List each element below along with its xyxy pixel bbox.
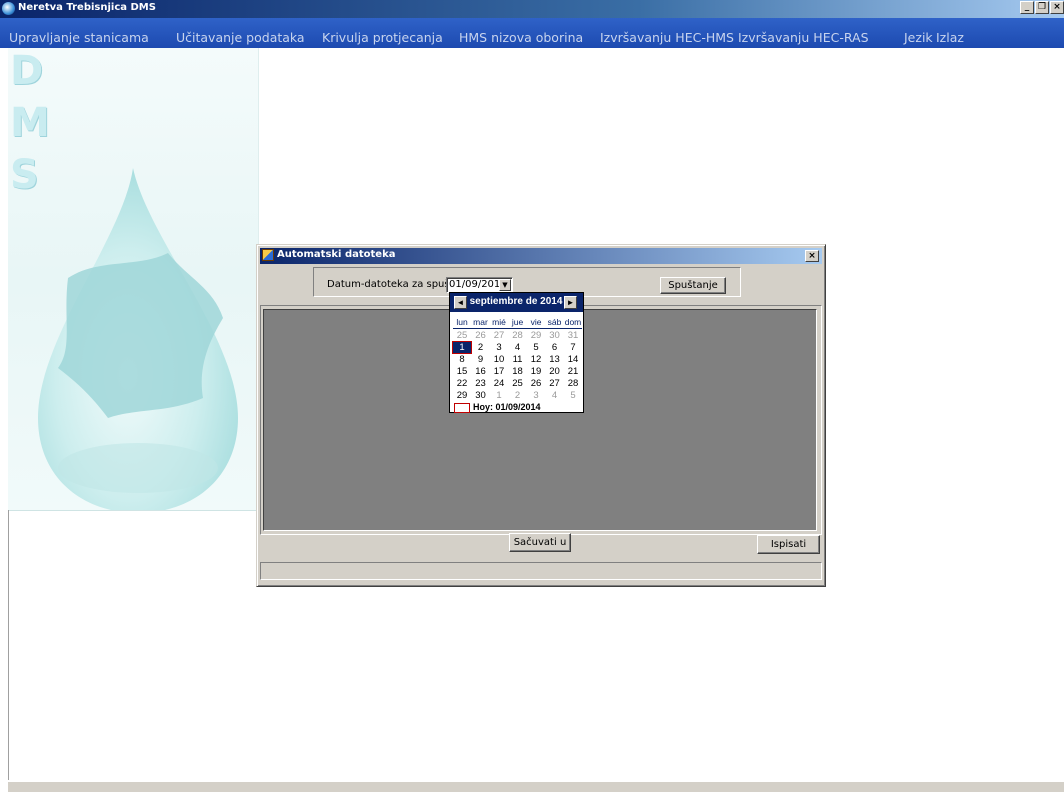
calendar-day[interactable]: 14 [564,354,582,365]
menu-izlaz[interactable]: Izlaz [936,30,964,45]
calendar-day[interactable]: 3 [527,390,545,401]
calendar-day[interactable]: 30 [472,390,490,401]
logo-letter-s: S [10,152,39,198]
calendar-day[interactable]: 28 [509,330,527,341]
calendar-day[interactable]: 5 [527,342,545,353]
menu-krivulja-protjecanja[interactable]: Krivulja protjecanja [322,30,443,45]
date-value: 01/09/2014 [449,279,507,290]
main-status-bar [8,781,1064,792]
calendar-day[interactable]: 25 [453,330,471,341]
calendar-weekday: lun [456,317,468,327]
dialog-close-button[interactable]: × [805,250,819,262]
calendar-day[interactable]: 24 [490,378,508,389]
calendar-weekday: jue [511,317,524,327]
calendar-day[interactable]: 16 [472,366,490,377]
calendar-day[interactable]: 3 [490,342,508,353]
main-title-bar: Neretva Trebisnjica DMS _ ❐ × [0,0,1064,18]
calendar-day[interactable]: 5 [564,390,582,401]
dialog-title: Automatski datoteka [277,249,396,260]
calendar-day[interactable]: 2 [472,342,490,353]
branding-panel: D M S [8,48,259,511]
close-button[interactable]: × [1050,1,1064,14]
menu-bar: Upravljanje stanicama Učitavanje podatak… [0,18,1064,48]
calendar-day[interactable]: 2 [509,390,527,401]
calendar-day[interactable]: 1 [490,390,508,401]
calendar-day[interactable]: 28 [564,378,582,389]
calendar-day[interactable]: 1 [452,341,472,354]
calendar-day[interactable]: 17 [490,366,508,377]
today-marker-icon [454,402,470,413]
calendar-weekday: sáb [547,317,562,327]
calendar-day[interactable]: 26 [472,330,490,341]
restore-button[interactable]: ❐ [1035,1,1049,14]
print-button[interactable]: Ispisati [757,535,820,554]
logo-letter-m: M [10,100,50,146]
calendar-day[interactable]: 29 [527,330,545,341]
calendar-weekday-row: lun mar mié jue vie sáb dom [453,317,582,329]
calendar-day[interactable]: 10 [490,354,508,365]
calendar-weekday: mié [492,317,506,327]
menu-upravljanje-stanicama[interactable]: Upravljanje stanicama [9,30,149,45]
calendar-day[interactable]: 23 [472,378,490,389]
window-title: Neretva Trebisnjica DMS [18,2,156,13]
calendar-day[interactable]: 12 [527,354,545,365]
menu-jezik[interactable]: Jezik [904,30,933,45]
date-picker-field[interactable]: 01/09/2014 ▼ [446,277,513,293]
calendar-day[interactable]: 13 [546,354,564,365]
dialog-title-bar[interactable]: Automatski datoteka × [260,248,822,264]
calendar-day[interactable]: 29 [453,390,471,401]
calendar-day[interactable]: 9 [472,354,490,365]
calendar-day[interactable]: 31 [564,330,582,341]
save-button[interactable]: Sačuvati u [509,533,571,552]
workspace-left-border [8,510,9,780]
calendar-day[interactable]: 15 [453,366,471,377]
next-month-icon[interactable]: ► [564,296,577,309]
calendar-weekday: mar [473,317,488,327]
calendar-day[interactable]: 4 [509,342,527,353]
calendar-month-label[interactable]: septiembre de 2014 [466,296,566,307]
menu-hec-hms[interactable]: Izvršavanju HEC-HMS [600,30,734,45]
calendar-day[interactable]: 22 [453,378,471,389]
dropdown-arrow-icon[interactable]: ▼ [499,279,511,291]
calendar-day[interactable]: 19 [527,366,545,377]
minimize-button[interactable]: _ [1020,1,1034,14]
dialog-status-bar [260,562,822,580]
calendar-day[interactable]: 7 [564,342,582,353]
download-button[interactable]: Spuštanje [660,277,726,294]
window-controls: _ ❐ × [1019,1,1064,14]
calendar-day[interactable]: 27 [546,378,564,389]
calendar-weekday: vie [530,317,542,327]
calendar-today-row[interactable]: Hoy: 01/09/2014 [454,402,541,413]
menu-hec-ras[interactable]: Izvršavanju HEC-RAS [738,30,869,45]
calendar-day[interactable]: 18 [509,366,527,377]
calendar-day[interactable]: 25 [509,378,527,389]
menu-hms-nizova-oborina[interactable]: HMS nizova oborina [459,30,583,45]
calendar-day[interactable]: 27 [490,330,508,341]
calendar-day[interactable]: 4 [546,390,564,401]
dialog-app-icon [262,249,274,261]
calendar-weekday: dom [564,317,582,327]
calendar-header: ◄ septiembre de 2014 ► [450,293,583,312]
calendar-day[interactable]: 20 [546,366,564,377]
water-drop-map-image [38,168,238,510]
calendar-day[interactable]: 6 [546,342,564,353]
calendar-day[interactable]: 21 [564,366,582,377]
calendar-today-label: Hoy: 01/09/2014 [473,402,541,412]
menu-ucitavanje-podataka[interactable]: Učitavanje podataka [176,30,305,45]
app-icon [2,2,15,15]
calendar-day[interactable]: 26 [527,378,545,389]
calendar-day[interactable]: 11 [509,354,527,365]
calendar-day[interactable]: 8 [453,354,471,365]
logo-letter-d: D [10,48,44,94]
calendar-day[interactable]: 30 [546,330,564,341]
calendar-popup: ◄ septiembre de 2014 ► lun mar mié jue vie sá… [449,292,584,413]
